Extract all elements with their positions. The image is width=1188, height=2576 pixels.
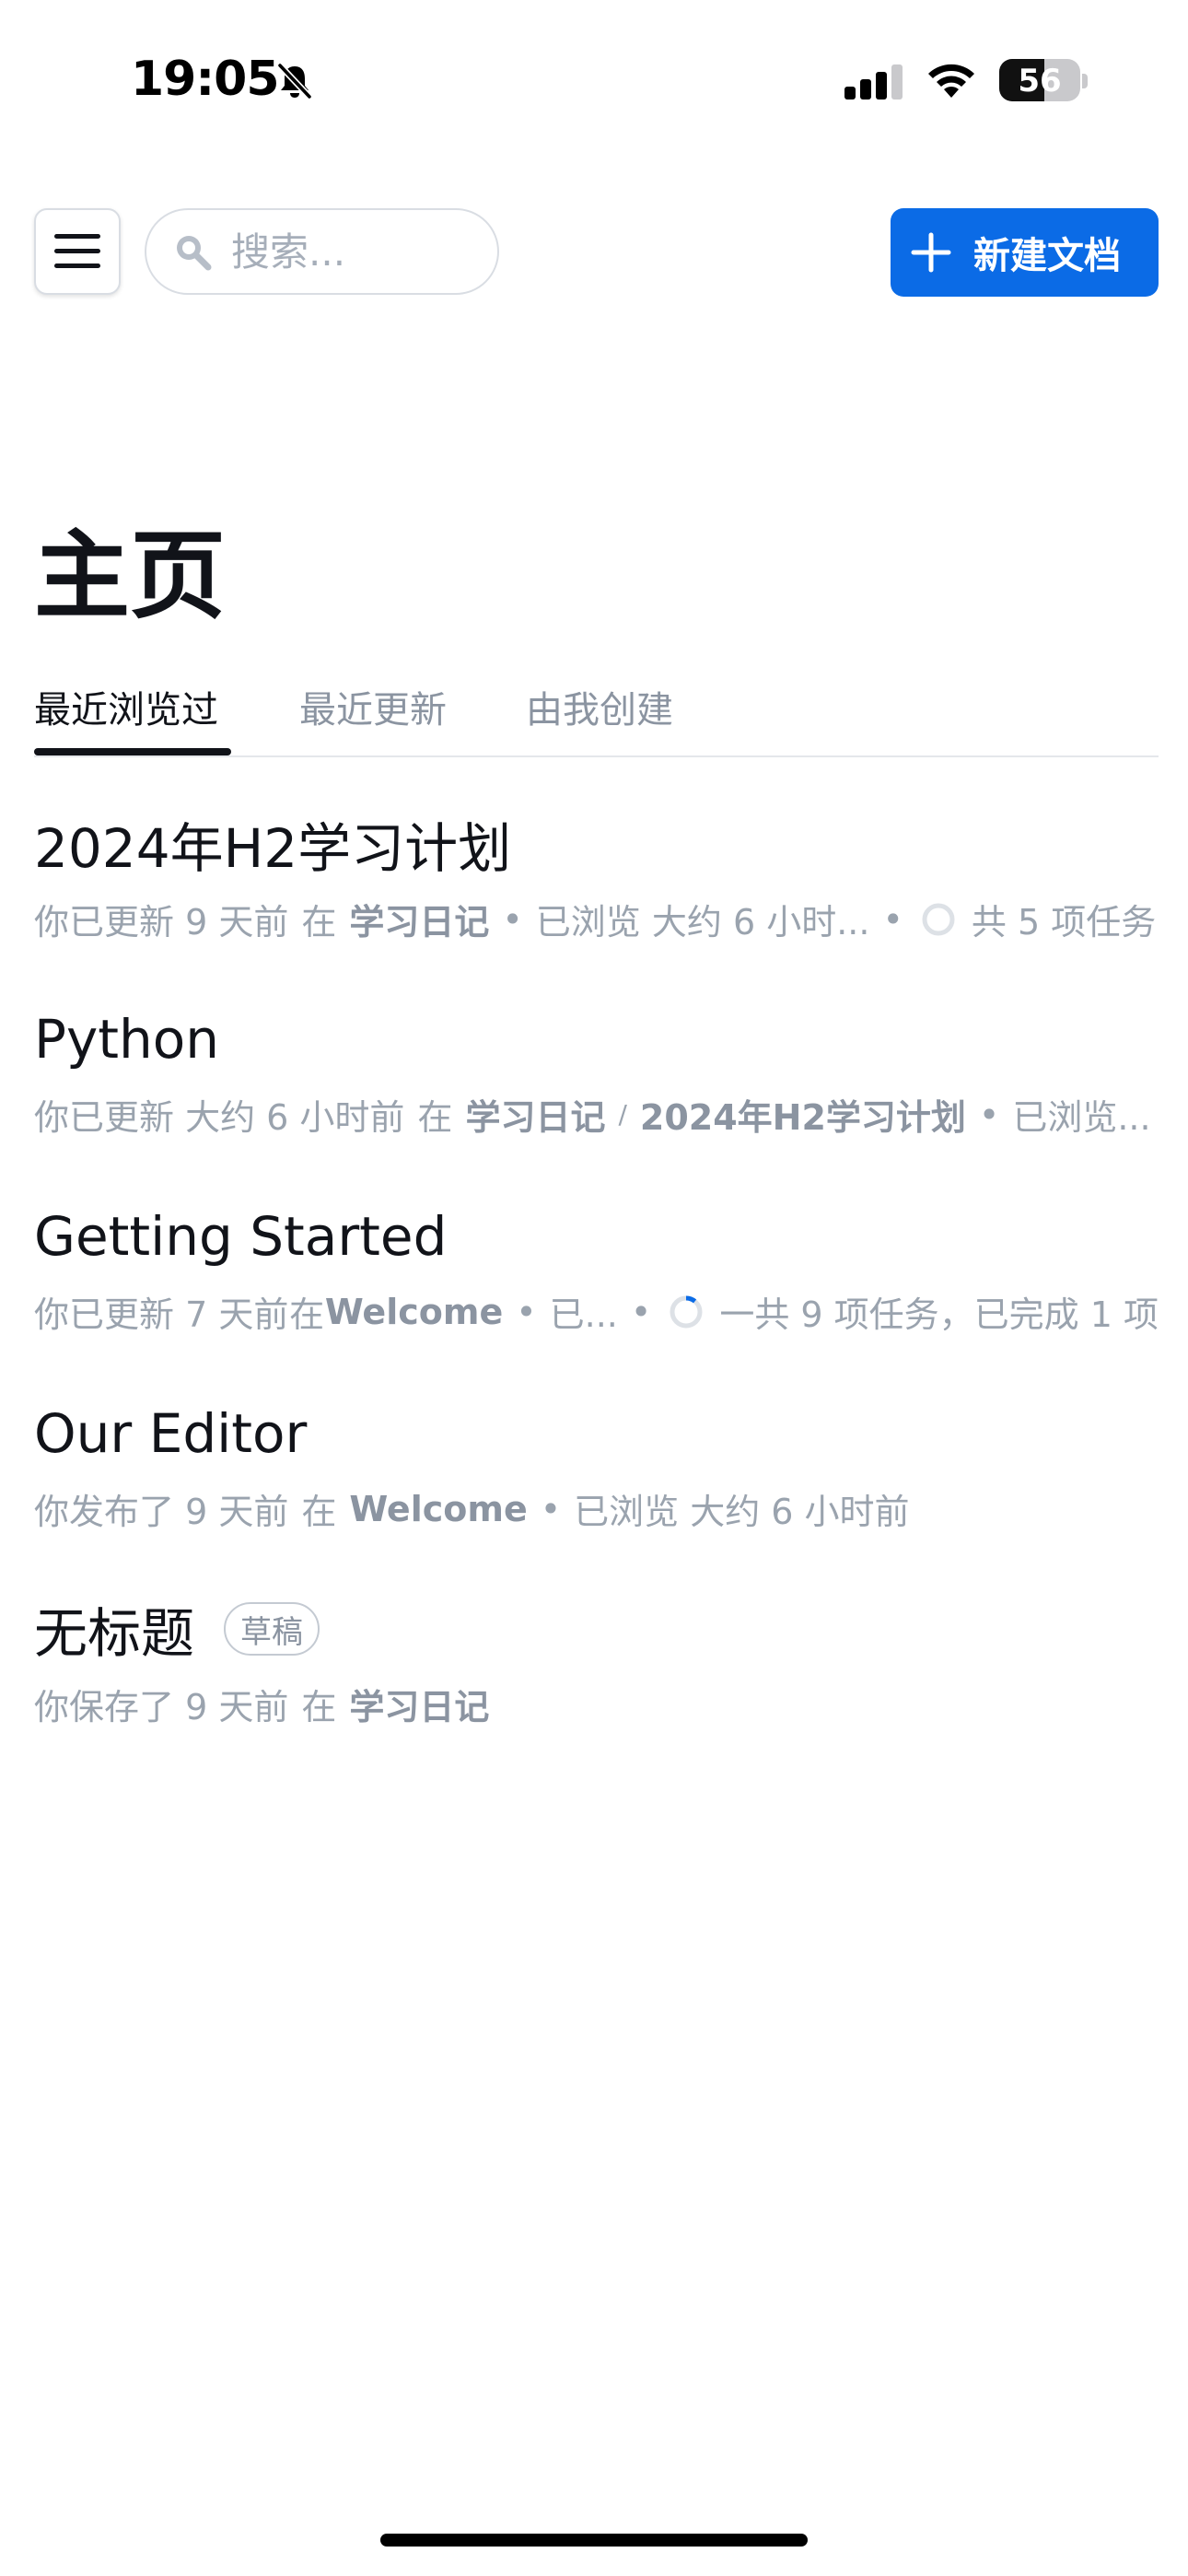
tab-recently-updated[interactable]: 最近更新 xyxy=(299,680,447,761)
meta-viewed: 已... xyxy=(549,1294,618,1335)
document-item[interactable]: 2024年H2学习计划 你已更新 9 天前 在 学习日记 • 已浏览 大约 6 … xyxy=(34,807,1159,982)
new-document-button[interactable]: 新建文档 xyxy=(891,208,1159,297)
meta-in: 在 xyxy=(301,902,337,943)
battery-indicator: 56 xyxy=(999,59,1080,101)
meta-action: 你发布了 9 天前 xyxy=(34,1492,289,1532)
page-title: 主页 xyxy=(34,520,227,632)
collection-link[interactable]: Welcome xyxy=(349,1489,527,1529)
meta-dot: • xyxy=(516,1291,537,1332)
document-title: 无标题 xyxy=(34,1602,195,1665)
document-meta: 你发布了 9 天前 在 Welcome • 已浏览 大约 6 小时前 xyxy=(34,1483,1159,1534)
bell-slash-icon xyxy=(277,63,312,100)
battery-cap xyxy=(1082,74,1088,88)
plus-icon xyxy=(911,232,951,273)
tabs-divider xyxy=(34,755,1159,757)
progress-ring-icon xyxy=(922,903,955,935)
collection-link[interactable]: 学习日记 xyxy=(349,1679,489,1729)
document-title: Python xyxy=(34,1008,220,1071)
document-meta: 你已更新 大约 6 小时前 在 学习日记 / 2024年H2学习计划 • 已浏览… xyxy=(34,1089,1159,1140)
draft-badge: 草稿 xyxy=(224,1602,320,1656)
home-screen: 19:05 56 搜索... 新建文档 主页 最近浏览过 最近更新 由我创建 2… xyxy=(0,0,1188,2576)
document-item[interactable]: Python 你已更新 大约 6 小时前 在 学习日记 / 2024年H2学习计… xyxy=(34,1002,1159,1177)
meta-action: 你已更新 大约 6 小时前 xyxy=(34,1097,405,1138)
meta-viewed: 已浏览 大约 6 小时... xyxy=(535,902,870,943)
document-meta: 你已更新 9 天前 在 学习日记 • 已浏览 大约 6 小时... • 共 5 … xyxy=(34,894,1159,944)
tab-label: 由我创建 xyxy=(526,689,673,732)
document-item[interactable]: 无标题 草稿 你保存了 9 天前 在 学习日记 xyxy=(34,1592,1159,1767)
collection-link[interactable]: Welcome xyxy=(325,1292,503,1332)
hamburger-menu-icon xyxy=(54,234,100,268)
document-item[interactable]: Our Editor 你发布了 9 天前 在 Welcome • 已浏览 大约 … xyxy=(34,1397,1159,1572)
meta-dot: • xyxy=(540,1488,562,1529)
search-icon xyxy=(177,236,212,271)
home-indicator[interactable] xyxy=(380,2534,808,2547)
battery-level: 56 xyxy=(1018,63,1062,100)
meta-viewed: 已浏览 大约 6 小时前 xyxy=(574,1492,910,1532)
status-time: 19:05 xyxy=(131,52,280,107)
status-bar: 19:05 56 xyxy=(0,0,1188,157)
meta-action: 你保存了 9 天前 xyxy=(34,1687,289,1727)
meta-in: 在 xyxy=(289,1294,325,1335)
meta-dot: • xyxy=(978,1094,1000,1135)
progress-ring-icon xyxy=(670,1295,703,1328)
path-separator: / xyxy=(618,1099,627,1130)
document-title: Getting Started xyxy=(34,1205,448,1268)
document-title: Our Editor xyxy=(34,1402,308,1465)
search-input[interactable] xyxy=(231,228,471,275)
menu-button[interactable] xyxy=(34,208,121,295)
tab-bar: 最近浏览过 最近更新 由我创建 xyxy=(34,680,1159,761)
meta-action: 你已更新 7 天前 xyxy=(34,1294,289,1335)
meta-in: 在 xyxy=(417,1097,453,1138)
meta-in: 在 xyxy=(301,1492,337,1532)
tab-created-by-me[interactable]: 由我创建 xyxy=(526,680,673,761)
search-box[interactable] xyxy=(145,208,499,295)
task-summary: 一共 9 项任务，已完成 1 项 xyxy=(719,1294,1159,1335)
task-summary: 共 5 项任务 xyxy=(971,902,1157,943)
meta-dot: • xyxy=(630,1291,652,1332)
document-item[interactable]: Getting Started 你已更新 7 天前 在 Welcome • 已.… xyxy=(34,1200,1159,1375)
document-title: 2024年H2学习计划 xyxy=(34,817,512,880)
parent-document-link[interactable]: 2024年H2学习计划 xyxy=(640,1089,966,1140)
meta-viewed: 已浏览... xyxy=(1012,1097,1151,1138)
meta-in: 在 xyxy=(301,1687,337,1727)
meta-action: 你已更新 9 天前 xyxy=(34,902,289,943)
collection-link[interactable]: 学习日记 xyxy=(349,894,489,944)
collection-link[interactable]: 学习日记 xyxy=(465,1089,605,1140)
meta-dot: • xyxy=(882,898,903,940)
active-tab-indicator xyxy=(34,748,231,755)
tab-label: 最近更新 xyxy=(299,689,447,732)
tab-label: 最近浏览过 xyxy=(34,689,218,732)
wifi-icon xyxy=(928,64,974,98)
document-meta: 你已更新 7 天前 在 Welcome • 已... • 一共 9 项任务，已完… xyxy=(34,1286,1159,1337)
tab-recently-viewed[interactable]: 最近浏览过 xyxy=(34,680,231,761)
new-document-label: 新建文档 xyxy=(973,235,1121,277)
cellular-signal-icon xyxy=(844,64,903,100)
meta-dot: • xyxy=(502,898,523,940)
document-meta: 你保存了 9 天前 在 学习日记 xyxy=(34,1679,1159,1729)
